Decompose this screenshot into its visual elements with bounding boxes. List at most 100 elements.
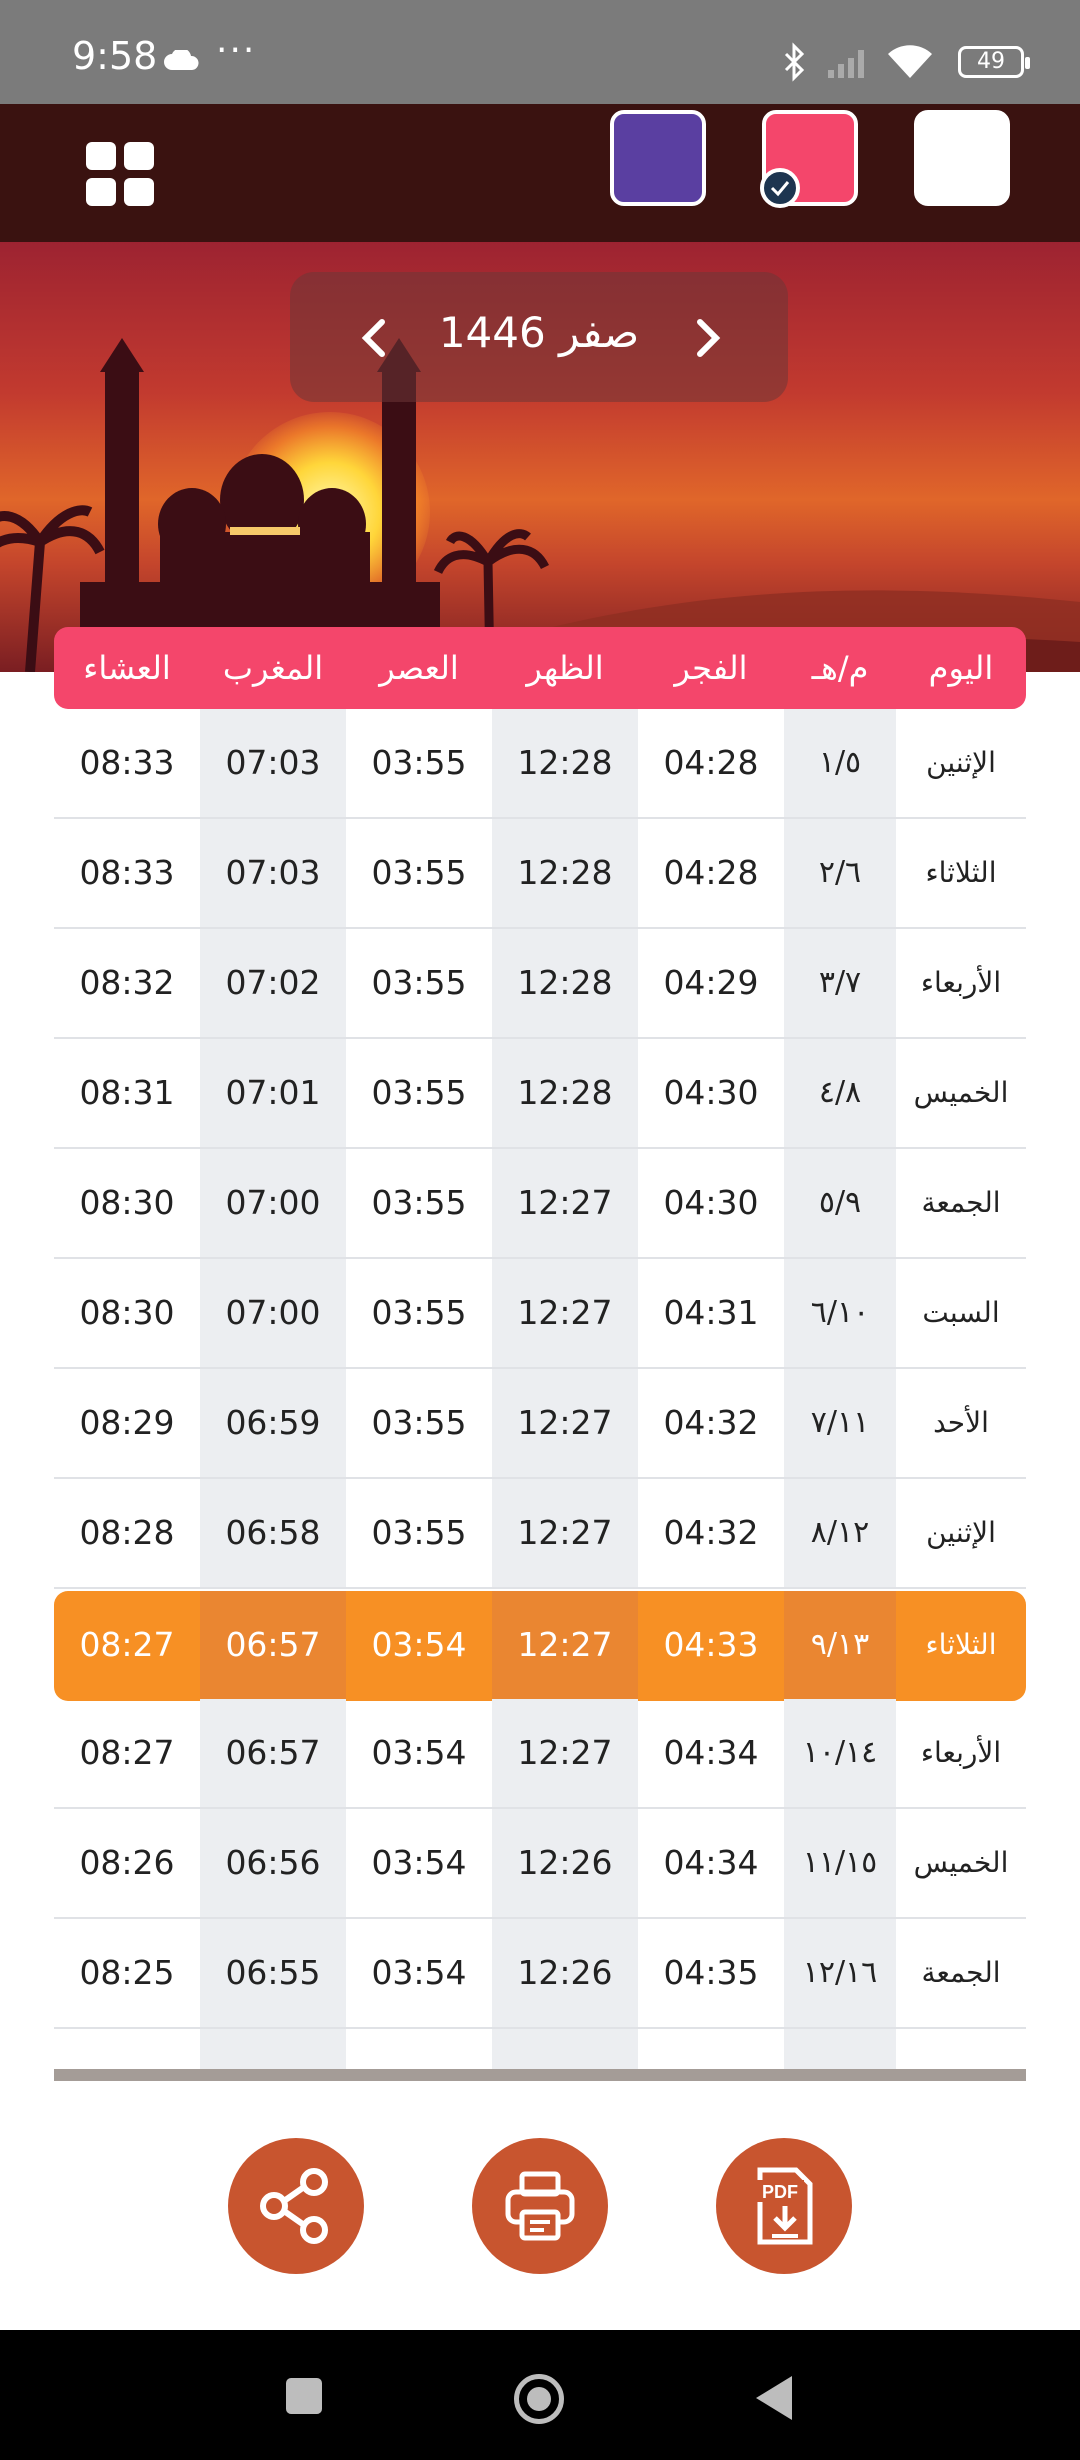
header-banner: صفر 1446 (0, 242, 1080, 672)
cell-maghrib: 07:01 (200, 1039, 346, 1147)
table-row: 08:27 06:57 03:54 12:27 04:34 ١٠/١٤ الأربعاء (54, 1699, 1026, 1809)
cell-fajr: 04:35 (663, 1953, 759, 1992)
status-bar: 9:58 ··· 49 (0, 0, 1080, 104)
printer-icon (505, 2171, 575, 2241)
cell-dhuhr: 12:28 (492, 1039, 638, 1147)
cell-dhuhr: 12:27 (492, 1479, 638, 1587)
header-isha: العشاء (83, 649, 171, 687)
header-fajr: الفجر (674, 649, 748, 687)
cell-fajr: 04:32 (663, 1403, 759, 1442)
cell-dhuhr: 12:26 (492, 1809, 638, 1917)
cell-maghrib: 07:02 (200, 929, 346, 1037)
cell-isha: 08:28 (79, 1513, 175, 1552)
prayer-table-body: 08:33 07:03 03:55 12:28 04:28 ١/٥ الإثنين 08:33… (54, 709, 1026, 2077)
cell-day: الجمعة (921, 1186, 1001, 1219)
cell-asr: 03:55 (371, 1073, 467, 1112)
cell-date: ٤/٨ (784, 1039, 896, 1147)
back-icon[interactable] (756, 2376, 792, 2420)
cell-date: ٩/١٣ (784, 1591, 896, 1699)
cell-day: الأربعاء (920, 1736, 1002, 1769)
cell-asr: 03:54 (371, 1625, 467, 1664)
cell-maghrib: 07:03 (200, 819, 346, 927)
print-button[interactable] (472, 2138, 608, 2274)
share-icon (260, 2168, 328, 2244)
cell-fajr: 04:30 (663, 1183, 759, 1222)
system-navigation-bar (0, 2330, 1080, 2460)
cell-date: ١١/١٥ (784, 1809, 896, 1917)
header-maghrib: المغرب (222, 649, 324, 687)
header-date: م/هـ (811, 649, 869, 687)
cell-day: الأحد (933, 1406, 989, 1439)
cell-asr: 03:54 (371, 1953, 467, 1992)
cell-dhuhr: 12:27 (492, 1369, 638, 1477)
table-row: 08:25 06:55 03:54 12:26 04:35 ١٢/١٦ الجمعة (54, 1919, 1026, 2029)
cell-day: الإثنين (926, 1516, 996, 1549)
top-toolbar (0, 104, 1080, 242)
table-row: 08:26 06:56 03:54 12:26 04:34 ١١/١٥ الخميس (54, 1809, 1026, 1919)
home-icon[interactable] (514, 2374, 564, 2424)
cell-isha: 08:26 (79, 1843, 175, 1882)
cell-fajr: 04:29 (663, 963, 759, 1002)
cell-isha: 08:25 (79, 1953, 175, 1992)
cell-fajr: 04:32 (663, 1513, 759, 1552)
cell-date: ٢/٦ (784, 819, 896, 927)
cell-maghrib: 06:57 (200, 1699, 346, 1807)
table-row: 08:33 07:03 03:55 12:28 04:28 ٢/٦ الثلاثاء (54, 819, 1026, 929)
cell-day: الثلاثاء (925, 856, 997, 889)
cell-day: الإثنين (926, 746, 996, 779)
status-time: 9:58 (72, 34, 158, 78)
cell-date: ٥/٩ (784, 1149, 896, 1257)
cell-fajr: 04:34 (663, 1843, 759, 1882)
cell-maghrib: 06:58 (200, 1479, 346, 1587)
cell-isha: 08:30 (79, 1293, 175, 1332)
cell-isha: 08:33 (79, 853, 175, 892)
header-day: اليوم (928, 649, 994, 687)
cell-asr: 03:55 (371, 743, 467, 782)
share-button[interactable] (228, 2138, 364, 2274)
cell-isha: 08:32 (79, 963, 175, 1002)
cell-date: ١٠/١٤ (784, 1699, 896, 1807)
cell-maghrib: 07:03 (200, 709, 346, 817)
cell-dhuhr: 12:26 (492, 1919, 638, 2027)
cell-fajr: 04:31 (663, 1293, 759, 1332)
theme-swatch-white[interactable] (914, 110, 1010, 206)
cell-asr: 03:55 (371, 1183, 467, 1222)
table-row: 08:28 06:58 03:55 12:27 04:32 ٨/١٢ الإثنين (54, 1479, 1026, 1589)
table-row: 08:32 07:02 03:55 12:28 04:29 ٣/٧ الأربعاء (54, 929, 1026, 1039)
cell-maghrib: 06:57 (200, 1591, 346, 1699)
header-asr: العصر (379, 649, 459, 687)
cell-dhuhr: 12:27 (492, 1259, 638, 1367)
cell-isha: 08:30 (79, 1183, 175, 1222)
table-row: 08:30 07:00 03:55 12:27 04:31 ٦/١٠ السبت (54, 1259, 1026, 1369)
cell-asr: 03:55 (371, 1513, 467, 1552)
grid-icon[interactable] (86, 142, 156, 206)
pdf-export-button[interactable]: PDF (716, 2138, 852, 2274)
theme-swatch-purple[interactable] (610, 110, 706, 206)
battery-indicator: 49 (958, 46, 1030, 78)
cell-maghrib: 06:59 (200, 1369, 346, 1477)
cell-day: الخميس (913, 1076, 1009, 1109)
cell-dhuhr: 12:28 (492, 929, 638, 1037)
cell-isha: 08:27 (79, 1625, 175, 1664)
prayer-table-header-wrap: العشاء المغرب العصر الظهر الفجر م/هـ الي… (54, 627, 1026, 709)
recents-icon[interactable] (286, 2378, 322, 2414)
table-row: 08:33 07:03 03:55 12:28 04:28 ١/٥ الإثنين (54, 709, 1026, 819)
cell-day: الخميس (913, 1846, 1009, 1879)
cell-day: الجمعة (921, 1956, 1001, 1989)
header-dhuhr: الظهر (526, 649, 604, 687)
cell-dhuhr: 12:28 (492, 709, 638, 817)
cell-dhuhr: 12:28 (492, 819, 638, 927)
cell-fajr: 04:33 (663, 1625, 759, 1664)
cell-day: الأربعاء (920, 966, 1002, 999)
cell-dhuhr: 12:27 (492, 1149, 638, 1257)
table-row-today: 08:27 06:57 03:54 12:27 04:33 ٩/١٣ الثلاثاء (54, 1591, 1026, 1701)
cell-asr: 03:54 (371, 1843, 467, 1882)
table-row: 08:29 06:59 03:55 12:27 04:32 ٧/١١ الأحد (54, 1369, 1026, 1479)
cell-isha: 08:27 (79, 1733, 175, 1772)
horizontal-scrollbar[interactable] (54, 2069, 1026, 2081)
wifi-icon (888, 45, 932, 78)
pdf-label: PDF (762, 2182, 798, 2202)
prayer-table-header: العشاء المغرب العصر الظهر الفجر م/هـ الي… (54, 627, 1026, 709)
cloud-icon (164, 50, 199, 70)
previous-month-chevron-icon[interactable] (688, 316, 728, 360)
